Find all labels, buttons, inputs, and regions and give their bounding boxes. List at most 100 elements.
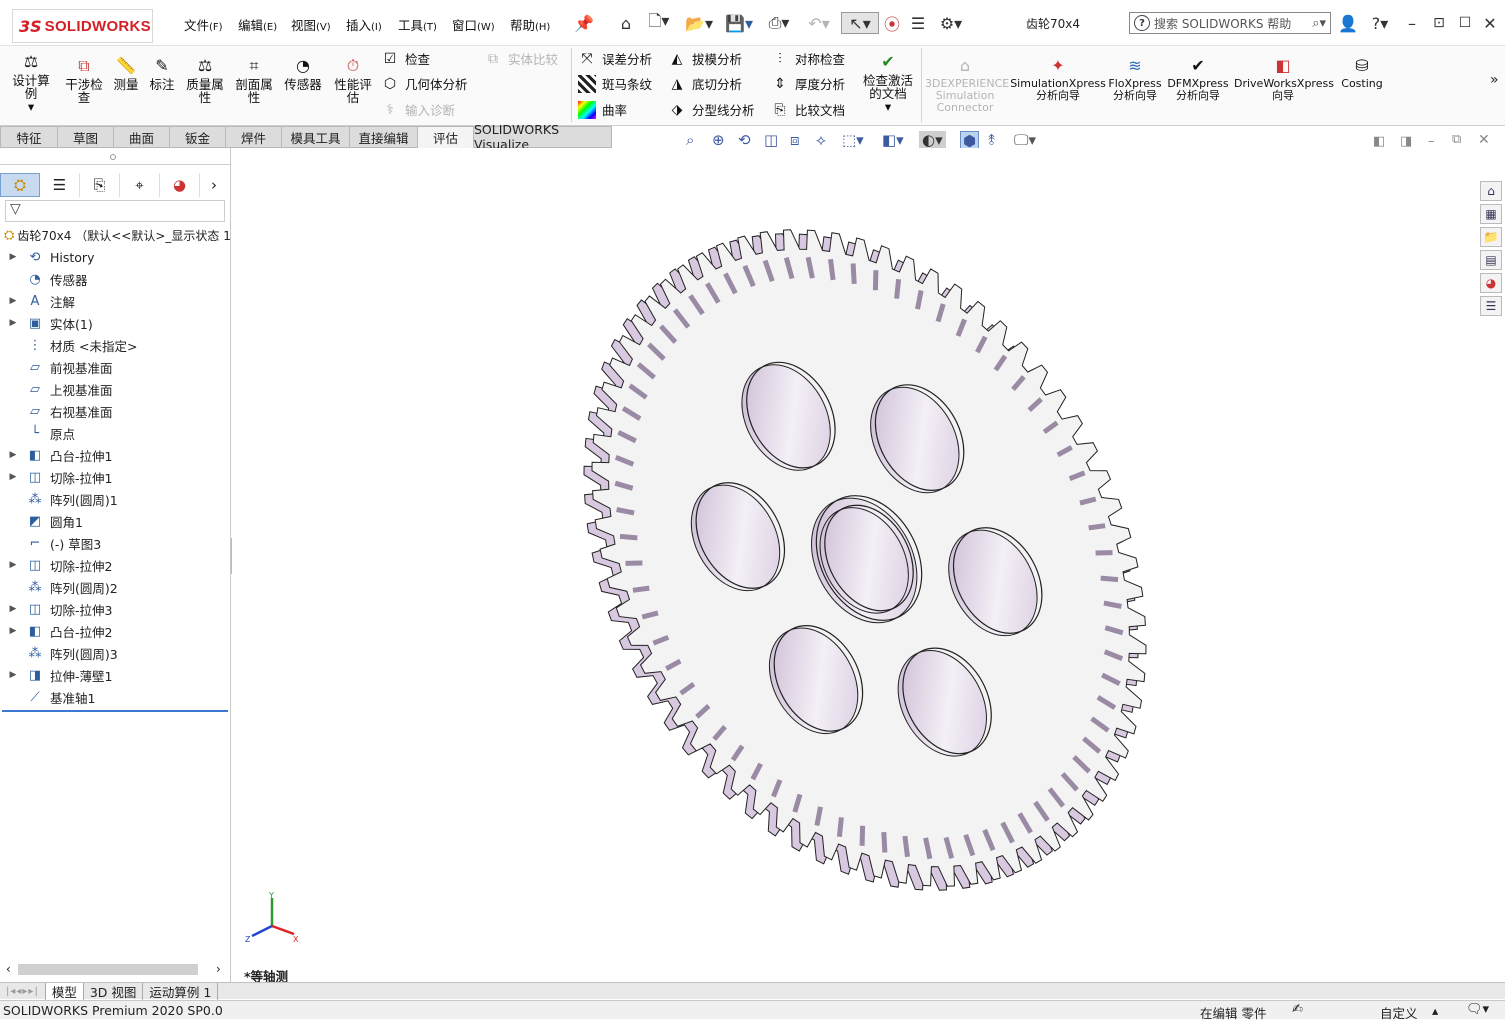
file-properties-icon[interactable]: ☰ <box>907 12 929 34</box>
view-orientation-icon[interactable]: ⬚▾ <box>842 131 864 149</box>
deviation-analysis-button[interactable]: ⤧误差分析 <box>578 49 652 68</box>
appearances-icon[interactable]: ◕ <box>1480 273 1502 293</box>
section-properties-button[interactable]: ⌗剖面属性 <box>232 56 276 104</box>
design-library-icon[interactable]: ▦ <box>1480 204 1502 224</box>
tree-item[interactable]: ⌐(-) 草图3 <box>0 532 230 554</box>
expand-arrow-icon[interactable]: ▶ <box>7 450 19 460</box>
3dexperience-connector-button[interactable]: ⌂3DEXPERIENCE Simulation Connector <box>925 56 1005 114</box>
tree-item[interactable]: ▶◫切除-拉伸2 <box>0 554 230 576</box>
driveworksxpress-button[interactable]: ◧DriveWorksXpress 向导 <box>1234 56 1332 102</box>
help-search-box[interactable]: ? 搜索 SOLIDWORKS 帮助 ⌕▾ <box>1129 12 1331 34</box>
tab-mold-tools[interactable]: 模具工具 <box>282 126 350 148</box>
tree-item[interactable]: ▶◧凸台-拉伸2 <box>0 620 230 642</box>
tab-solidworks-visualize[interactable]: SOLIDWORKS Visualize <box>474 126 612 148</box>
measure-button[interactable]: 📏测量 <box>110 56 142 91</box>
menu-help[interactable]: 帮助(H) <box>510 15 550 34</box>
tab-weldments[interactable]: 焊件 <box>226 126 282 148</box>
open-folder-icon[interactable]: 📂▾ <box>682 12 716 34</box>
tab-model[interactable]: 模型 <box>46 983 84 1000</box>
rollback-bar[interactable] <box>2 710 228 712</box>
menu-edit[interactable]: 编辑(E) <box>238 15 277 34</box>
dfmxpress-button[interactable]: ✔DFMXpress 分析向导 <box>1166 56 1230 102</box>
tree-item[interactable]: ▶◧凸台-拉伸1 <box>0 444 230 466</box>
solidworks-resources-icon[interactable]: ⌂ <box>1480 181 1502 201</box>
expand-arrow-icon[interactable]: ▶ <box>7 318 19 328</box>
parting-line-analysis-button[interactable]: ⬗分型线分析 <box>668 100 755 119</box>
tab-motion-study-1[interactable]: 运动算例 1 <box>143 983 218 1000</box>
import-diagnostics-button[interactable]: ⚕输入诊断 <box>381 100 455 119</box>
pane-splitter-handle[interactable] <box>110 154 116 160</box>
tree-item[interactable]: ⁂阵列(圆周)3 <box>0 642 230 664</box>
expand-arrow-icon[interactable]: ▶ <box>7 472 19 482</box>
scroll-right-arrow-icon[interactable]: › <box>216 962 221 976</box>
tab-surfaces[interactable]: 曲面 <box>114 126 170 148</box>
menu-insert[interactable]: 插入(I) <box>346 15 382 34</box>
ribbon-overflow-chevron-icon[interactable]: » <box>1490 72 1499 88</box>
sensor-button[interactable]: ◔传感器 <box>280 56 326 91</box>
symmetry-check-button[interactable]: ⫶对称检查 <box>771 49 845 68</box>
solidworks-logo[interactable]: 3S SOLIDWORKS <box>12 9 153 43</box>
curvature-button[interactable]: 曲率 <box>578 100 627 119</box>
tab-direct-editing[interactable]: 直接编辑 <box>350 126 418 148</box>
unit-system-chevron-icon[interactable]: ▴ <box>1432 1003 1438 1018</box>
viewport-minimize-icon[interactable]: – <box>1428 134 1435 149</box>
tree-item[interactable]: ◔传感器 <box>0 268 230 290</box>
zoom-to-fit-icon[interactable]: ⌕ <box>686 131 694 149</box>
propertymanager-tab-icon[interactable]: ☰ <box>40 173 80 197</box>
tab-3d-views[interactable]: 3D 视图 <box>84 983 144 1000</box>
tree-item[interactable]: ▱右视基准面 <box>0 400 230 422</box>
maximize-window-icon[interactable]: ☐ <box>1455 12 1475 34</box>
status-message-icon[interactable]: 🗨▾ <box>1466 1002 1489 1017</box>
tree-item[interactable]: ▶◨拉伸-薄壁1 <box>0 664 230 686</box>
instant3d-icon[interactable]: ⟡ <box>816 131 826 149</box>
viewport-tile-right-icon[interactable]: ◨ <box>1400 134 1412 149</box>
search-input[interactable]: 搜索 SOLIDWORKS 帮助 <box>1154 15 1291 32</box>
view-settings-icon[interactable]: ⥉ <box>988 131 995 149</box>
rebuild-indicator-icon[interactable]: ✍ <box>1292 1002 1303 1017</box>
check-button[interactable]: ☑检查 <box>381 49 430 68</box>
restore-window-icon[interactable]: ⊡ <box>1429 12 1449 34</box>
display-monitor-icon[interactable]: 🖵▾ <box>1014 131 1036 149</box>
check-active-document-button[interactable]: ✔检查激活的文档▾ <box>860 52 916 113</box>
tree-root-part[interactable]: ⛭ 齿轮70x4 （默认<<默认>_显示状态 1 <box>0 224 230 246</box>
rebuild-traffic-light-icon[interactable]: ⦿ <box>884 12 900 34</box>
featuremanager-tab-icon[interactable]: ⛭ <box>0 173 40 197</box>
thickness-analysis-button[interactable]: ⇕厚度分析 <box>771 74 845 93</box>
home-icon[interactable]: ⌂ <box>615 12 637 34</box>
tab-sketch[interactable]: 草图 <box>58 126 114 148</box>
floxpress-button[interactable]: ≋FloXpress 分析向导 <box>1108 56 1162 102</box>
menu-view[interactable]: 视图(V) <box>291 15 331 34</box>
previous-view-icon[interactable]: ⟲ <box>738 131 751 149</box>
costing-button[interactable]: ⛁Costing <box>1338 56 1386 90</box>
draft-analysis-button[interactable]: ◭拔模分析 <box>668 49 742 68</box>
help-menu-icon[interactable]: ?▾ <box>1364 12 1396 34</box>
tree-horizontal-scrollbar[interactable]: ‹ › <box>0 962 231 978</box>
tab-features[interactable]: 特征 <box>0 126 58 148</box>
tree-item[interactable]: ▶A注解 <box>0 290 230 312</box>
dynamic-annotation-icon[interactable]: ⧈ <box>790 131 800 149</box>
expand-arrow-icon[interactable]: ▶ <box>7 252 19 262</box>
tree-item[interactable]: ▶▣实体(1) <box>0 312 230 334</box>
tab-scroll-arrows-icon[interactable]: |◂◂▸▸| <box>0 983 46 1000</box>
graphics-area[interactable]: Y X Z *等轴测 <box>232 148 1505 984</box>
mass-properties-button[interactable]: ⚖质量属性 <box>182 56 228 104</box>
viewport-restore-icon[interactable]: ⧉ <box>1452 132 1461 147</box>
user-account-icon[interactable]: 👤 <box>1338 12 1358 34</box>
expand-arrow-icon[interactable]: ▶ <box>7 296 19 306</box>
displaymanager-tab-icon[interactable]: ◕ <box>160 173 200 197</box>
hide-show-items-icon[interactable]: ◐▾ <box>919 131 946 149</box>
view-palette-icon[interactable]: ▤ <box>1480 250 1502 270</box>
tree-item[interactable]: ▶◫切除-拉伸1 <box>0 466 230 488</box>
dimxpertmanager-tab-icon[interactable]: ⌖ <box>120 173 160 197</box>
tree-filter-input[interactable]: ▽ <box>5 200 225 222</box>
tree-item[interactable]: ▱上视基准面 <box>0 378 230 400</box>
select-cursor-icon[interactable]: ↖▾ <box>841 12 879 34</box>
compare-documents-button[interactable]: ⎘比较文档 <box>771 100 845 119</box>
file-explorer-icon[interactable]: 📁 <box>1480 227 1502 247</box>
undo-icon[interactable]: ↶▾ <box>803 12 835 34</box>
tree-item[interactable]: ⟋基准轴1 <box>0 686 230 708</box>
save-icon[interactable]: 💾▾ <box>722 12 756 34</box>
tree-item[interactable]: └原点 <box>0 422 230 444</box>
tree-item[interactable]: ⋮材质 <未指定> <box>0 334 230 356</box>
geometry-analysis-button[interactable]: ⬡几何体分析 <box>381 74 468 93</box>
